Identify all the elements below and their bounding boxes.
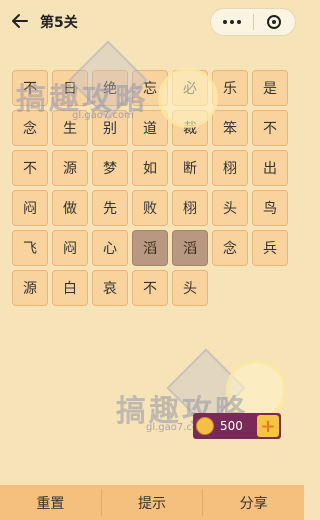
coin-balance: 500 + <box>193 413 281 439</box>
char-cell[interactable]: 先 <box>92 190 128 226</box>
char-cell[interactable]: 笨 <box>212 110 248 146</box>
char-cell[interactable]: 白 <box>52 270 88 306</box>
hint-button[interactable]: 提示 <box>102 485 203 520</box>
char-cell[interactable]: 乐 <box>212 70 248 106</box>
char-cell[interactable]: 闷 <box>12 190 48 226</box>
char-cell[interactable]: 日 <box>52 70 88 106</box>
char-cell[interactable]: 做 <box>52 190 88 226</box>
char-cell[interactable]: 头 <box>212 190 248 226</box>
char-cell[interactable]: 栩 <box>172 190 208 226</box>
char-cell[interactable]: 头 <box>172 270 208 306</box>
character-grid: 不日绝忘必乐是念生别道裁笨不不源梦如断栩出闷做先败栩头鸟飞闷心滔滔念兵源白哀不头 <box>12 70 292 306</box>
char-cell[interactable]: 源 <box>52 150 88 186</box>
char-cell[interactable]: 忘 <box>132 70 168 106</box>
char-cell[interactable]: 不 <box>12 150 48 186</box>
mini-program-capsule <box>210 8 296 36</box>
char-cell[interactable]: 闷 <box>52 230 88 266</box>
add-coins-button[interactable]: + <box>257 415 279 437</box>
char-cell[interactable]: 不 <box>12 70 48 106</box>
char-cell[interactable]: 不 <box>132 270 168 306</box>
char-cell[interactable]: 道 <box>132 110 168 146</box>
share-button[interactable]: 分享 <box>203 485 304 520</box>
back-arrow-icon[interactable] <box>10 11 30 31</box>
close-mini-program-icon[interactable] <box>253 9 295 35</box>
char-cell[interactable]: 败 <box>132 190 168 226</box>
char-cell[interactable]: 源 <box>12 270 48 306</box>
char-cell[interactable]: 滔 <box>172 230 208 266</box>
char-cell[interactable]: 必 <box>172 70 208 106</box>
char-cell[interactable]: 念 <box>212 230 248 266</box>
char-cell[interactable]: 兵 <box>252 230 288 266</box>
page-title: 第5关 <box>40 15 78 31</box>
char-cell[interactable]: 出 <box>252 150 288 186</box>
char-cell[interactable]: 绝 <box>92 70 128 106</box>
char-cell[interactable]: 哀 <box>92 270 128 306</box>
coin-icon <box>196 417 214 435</box>
watermark-circle <box>226 360 286 420</box>
char-cell[interactable]: 是 <box>252 70 288 106</box>
char-cell[interactable]: 别 <box>92 110 128 146</box>
more-options-icon[interactable] <box>211 9 253 35</box>
char-cell[interactable]: 梦 <box>92 150 128 186</box>
coin-count: 500 <box>220 419 243 433</box>
reset-button[interactable]: 重置 <box>0 485 101 520</box>
char-cell[interactable]: 不 <box>252 110 288 146</box>
char-cell[interactable]: 栩 <box>212 150 248 186</box>
char-cell[interactable]: 飞 <box>12 230 48 266</box>
char-cell[interactable]: 心 <box>92 230 128 266</box>
char-cell[interactable]: 断 <box>172 150 208 186</box>
char-cell[interactable]: 念 <box>12 110 48 146</box>
bottom-action-bar: 重置 提示 分享 <box>0 485 304 520</box>
char-cell[interactable]: 裁 <box>172 110 208 146</box>
char-cell[interactable]: 如 <box>132 150 168 186</box>
char-cell[interactable]: 鸟 <box>252 190 288 226</box>
header-bar: 第5关 <box>0 0 304 44</box>
char-cell[interactable]: 滔 <box>132 230 168 266</box>
char-cell[interactable]: 生 <box>52 110 88 146</box>
